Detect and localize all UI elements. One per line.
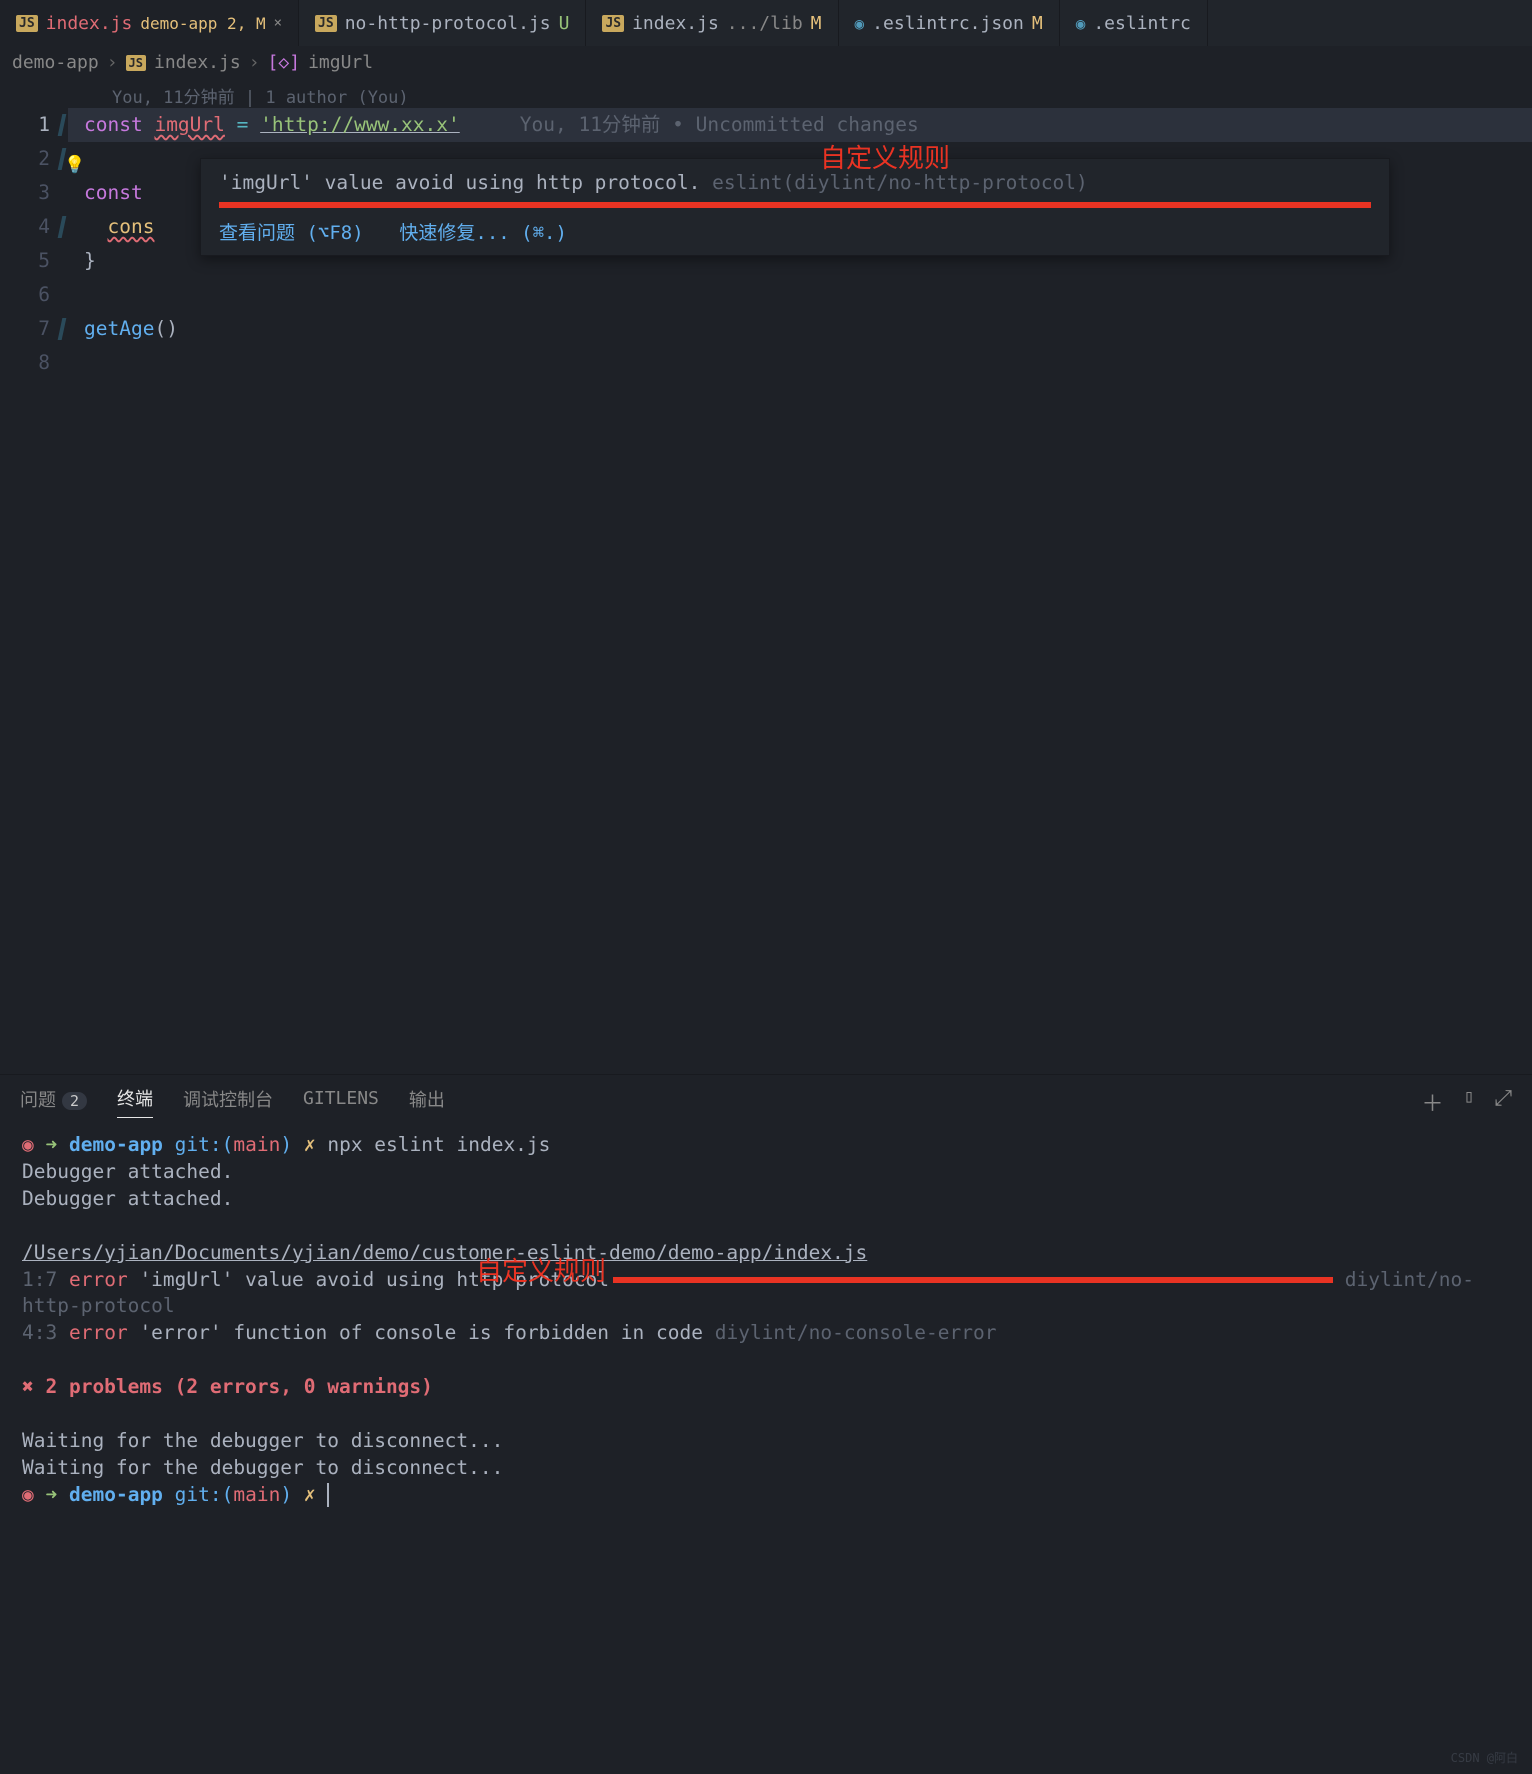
crumb-file[interactable]: index.js (154, 52, 241, 73)
punctuation: () (154, 317, 177, 340)
keyword: const (84, 113, 143, 136)
function: getAge (84, 317, 154, 340)
tabs-bar: JS index.js demo-app 2, M × JS no-http-p… (0, 0, 1532, 46)
line-number[interactable]: 5 (0, 244, 68, 278)
prompt-dir: demo-app (69, 1133, 163, 1156)
hover-tooltip: 'imgUrl' value avoid using http protocol… (200, 158, 1390, 256)
watermark: CSDN @阿白 (1451, 1749, 1518, 1766)
annotation-underline (613, 1277, 1333, 1283)
maximize-panel-icon[interactable]: ⤢ (1494, 1086, 1512, 1118)
split-terminal-icon[interactable]: ▯ (1464, 1086, 1475, 1118)
git-blame-header: You, 11分钟前 | 1 author (You) (0, 83, 1532, 108)
line-number[interactable]: 2 (0, 142, 68, 176)
variable: imgUrl (154, 113, 224, 136)
code-lens: You, 11分钟前 • Uncommitted changes (520, 113, 919, 136)
view-problem-link[interactable]: 查看问题 (⌥F8) (219, 222, 364, 244)
tab-name: .eslintrc (1093, 13, 1191, 34)
problems-count: 2 (62, 1092, 87, 1110)
hover-message: 'imgUrl' value avoid using http protocol… (219, 171, 1371, 194)
crumb-folder[interactable]: demo-app (12, 52, 99, 73)
js-icon: JS (602, 15, 624, 32)
code-line[interactable] (68, 346, 1532, 380)
tab-status: U (559, 13, 570, 34)
code-line[interactable]: const imgUrl = 'http://www.xx.x' You, 11分… (68, 108, 1532, 142)
prompt-arrow-icon: ➜ (46, 1133, 58, 1156)
tab-index-js[interactable]: JS index.js demo-app 2, M × (0, 0, 299, 46)
eslint-summary: ✖ 2 problems (2 errors, 0 warnings) (22, 1374, 1510, 1401)
string: 'http://www.xx.x' (260, 113, 460, 136)
symbol-icon: [◇] (268, 52, 301, 73)
eslint-error-row: 4:3 error 'error' function of console is… (22, 1320, 1510, 1347)
json-icon: ◉ (855, 14, 865, 33)
prompt-dir: demo-app (69, 1483, 163, 1506)
crumb-symbol[interactable]: imgUrl (308, 52, 373, 73)
annotation-label: 自定义规则 (820, 138, 950, 175)
annotation-label: 自定义规则 (476, 1255, 606, 1291)
terminal-output: Waiting for the debugger to disconnect..… (22, 1455, 1510, 1482)
tab-terminal[interactable]: 终端 (117, 1085, 153, 1118)
js-icon: JS (16, 15, 38, 32)
quick-fix-link[interactable]: 快速修复... (⌘.) (399, 222, 567, 244)
tab-debug-console[interactable]: 调试控制台 (183, 1086, 273, 1118)
tab-name: index.js (632, 13, 719, 34)
tab-eslintrc-json[interactable]: ◉ .eslintrc.json M (839, 0, 1060, 46)
line-number[interactable]: 4 (0, 210, 68, 244)
terminal-command: npx eslint index.js (327, 1133, 550, 1156)
tab-output[interactable]: 输出 (409, 1086, 445, 1118)
operator: = (237, 113, 249, 136)
terminal-cursor[interactable] (327, 1483, 329, 1507)
tab-badge: demo-app 2, M (140, 14, 265, 33)
js-icon: JS (315, 15, 337, 32)
tab-status: M (1032, 13, 1043, 34)
annotation-underline (219, 202, 1371, 208)
breadcrumb[interactable]: demo-app › JS index.js › [◇] imgUrl (0, 46, 1532, 79)
terminal-output: Waiting for the debugger to disconnect..… (22, 1428, 1510, 1455)
prompt-arrow-icon: ➜ (46, 1483, 58, 1506)
tab-badge: .../lib (727, 13, 803, 34)
keyword: const (84, 181, 143, 204)
terminal-output: Debugger attached. (22, 1186, 1510, 1213)
line-number[interactable]: 7 (0, 312, 68, 346)
code-line[interactable] (68, 278, 1532, 312)
chevron-right-icon: › (249, 52, 260, 73)
tab-status: M (811, 13, 822, 34)
eslint-error-row: 1:7 error 'imgUrl' value avoid using htt… (22, 1267, 1510, 1321)
bottom-panel: 问题2 终端 调试控制台 GITLENS 输出 ＋ ▯ ⤢ 自定义规则 ◉ ➜ … (0, 1074, 1532, 1774)
tab-name: .eslintrc.json (872, 13, 1024, 34)
js-icon: JS (126, 55, 146, 71)
line-number[interactable]: 8 (0, 346, 68, 380)
tab-no-http[interactable]: JS no-http-protocol.js U (299, 0, 586, 46)
tab-eslintrc[interactable]: ◉ .eslintrc (1060, 0, 1208, 46)
tab-name: index.js (46, 13, 133, 34)
tab-gitlens[interactable]: GITLENS (303, 1088, 379, 1115)
punctuation: } (84, 249, 96, 272)
identifier: cons (107, 215, 154, 238)
line-number[interactable]: 1 (0, 108, 68, 142)
json-icon: ◉ (1076, 14, 1086, 33)
code-line[interactable]: getAge() (68, 312, 1532, 346)
panel-tabs: 问题2 终端 调试控制台 GITLENS 输出 ＋ ▯ ⤢ (0, 1075, 1532, 1122)
tab-name: no-http-protocol.js (345, 13, 551, 34)
tab-problems[interactable]: 问题2 (20, 1086, 87, 1118)
close-icon[interactable]: × (274, 15, 282, 31)
gutter: 1 2 3 4 5 6 7 8 (0, 108, 68, 380)
new-terminal-icon[interactable]: ＋ (1422, 1086, 1444, 1118)
line-number[interactable]: 6 (0, 278, 68, 312)
line-number[interactable]: 3 (0, 176, 68, 210)
terminal[interactable]: 自定义规则 ◉ ➜ demo-app git:(main) ✗ npx esli… (0, 1122, 1532, 1519)
tab-index-lib[interactable]: JS index.js .../lib M (586, 0, 838, 46)
terminal-output: Debugger attached. (22, 1159, 1510, 1186)
chevron-right-icon: › (107, 52, 118, 73)
terminal-path[interactable]: /Users/yjian/Documents/yjian/demo/custom… (22, 1240, 1510, 1267)
